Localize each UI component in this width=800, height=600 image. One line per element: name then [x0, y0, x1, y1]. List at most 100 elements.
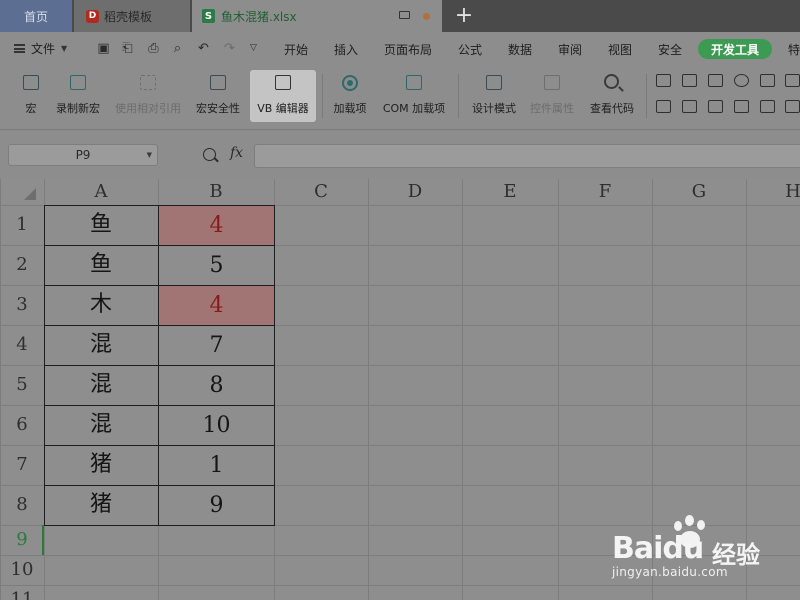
cell-b3[interactable]: 4	[159, 286, 274, 325]
cell-b6[interactable]: 10	[159, 406, 274, 445]
cell-a8[interactable]: 猪	[44, 485, 158, 525]
cell-b8[interactable]: 9	[159, 486, 274, 525]
cell-a4[interactable]: 混	[44, 325, 158, 365]
select-all-corner[interactable]	[24, 188, 36, 200]
cell-b4[interactable]: 7	[159, 326, 274, 365]
vb-editor-button[interactable]: VB 编辑器	[250, 70, 316, 122]
tab-home[interactable]: 首页	[0, 0, 72, 32]
formula-input[interactable]	[254, 144, 800, 168]
relative-reference-label: 使用相对引用	[115, 102, 181, 115]
control-properties-button[interactable]: 控件属性	[526, 70, 578, 122]
option-button-control-icon[interactable]	[734, 74, 749, 87]
menu-item-insert[interactable]: 插入	[334, 41, 358, 58]
tab-active-file[interactable]: S 鱼木混猪.xlsx	[192, 0, 442, 32]
cell-a2[interactable]: 鱼	[44, 245, 158, 285]
unsaved-dot-icon	[423, 13, 430, 20]
textbox-control-icon[interactable]	[708, 74, 723, 87]
image-control-icon[interactable]	[760, 100, 775, 113]
customize-toolbar-icon[interactable]: ▽	[246, 41, 261, 56]
menu-item-home[interactable]: 开始	[284, 41, 308, 58]
name-box-value: P9	[75, 148, 91, 162]
relative-reference-button[interactable]: 使用相对引用	[110, 70, 186, 122]
control-properties-icon	[541, 72, 563, 94]
record-macro-icon	[67, 72, 89, 94]
cell-a6[interactable]: 混	[44, 405, 158, 445]
chevron-down-icon[interactable]: ▼	[147, 145, 152, 165]
menu-item-view[interactable]: 视图	[608, 41, 632, 58]
macro-security-button[interactable]: 宏安全性	[192, 70, 244, 122]
column-header-e[interactable]: E	[462, 179, 558, 205]
spreadsheet-file-icon: S	[202, 9, 215, 23]
macro-button[interactable]: 宏	[16, 70, 46, 122]
file-menu-label: 文件	[31, 42, 56, 56]
gridline-vertical	[462, 179, 463, 600]
design-mode-label: 设计模式	[472, 102, 516, 115]
cell-a3[interactable]: 木	[44, 285, 158, 325]
addins-button[interactable]: 加载项	[328, 70, 372, 122]
menu-item-page-layout[interactable]: 页面布局	[384, 41, 432, 58]
menu-item-data[interactable]: 数据	[508, 41, 532, 58]
column-header-b[interactable]: B	[158, 179, 274, 205]
column-header-f[interactable]: F	[558, 179, 652, 205]
row-header-9[interactable]: 9	[0, 525, 44, 555]
name-box[interactable]: P9 ▼	[8, 144, 158, 166]
cell-b2[interactable]: 5	[159, 246, 274, 285]
cell-b7[interactable]: 1	[159, 446, 274, 485]
cell-b5[interactable]: 8	[159, 366, 274, 405]
undo-icon[interactable]: ↶	[196, 41, 211, 56]
menu-item-review[interactable]: 审阅	[558, 41, 582, 58]
row-header-3[interactable]: 3	[0, 285, 44, 325]
new-tab-button[interactable]: +	[454, 2, 474, 30]
redo-icon[interactable]: ↷	[222, 41, 237, 56]
record-macro-button[interactable]: 录制新宏	[52, 70, 104, 122]
row-header-11[interactable]: 11	[0, 585, 44, 600]
toggle-control-icon[interactable]	[734, 100, 749, 113]
column-header-c[interactable]: C	[274, 179, 368, 205]
cell-a1[interactable]: 鱼	[44, 205, 158, 245]
menu-item-security[interactable]: 安全	[658, 41, 682, 58]
scrollbar-control-icon[interactable]	[708, 100, 723, 113]
column-header-a[interactable]: A	[44, 179, 158, 205]
checkbox-control-icon[interactable]	[656, 74, 671, 87]
menu-item-formulas[interactable]: 公式	[458, 41, 482, 58]
file-menu-button[interactable]: 文件 ▼	[14, 40, 67, 57]
data-row-border	[44, 325, 274, 326]
save-icon[interactable]: ▣	[96, 41, 111, 56]
row-header-8[interactable]: 8	[0, 485, 44, 525]
data-row-border	[44, 285, 274, 286]
column-header-d[interactable]: D	[368, 179, 462, 205]
frame-control-icon[interactable]	[760, 74, 775, 87]
print-icon[interactable]: ⎙	[146, 41, 161, 56]
export-icon[interactable]: ⎗	[120, 41, 135, 56]
window-mode-icon[interactable]	[399, 11, 410, 19]
column-header-g[interactable]: G	[652, 179, 746, 205]
ribbon-separator	[646, 74, 647, 118]
row-header-10[interactable]: 10	[0, 555, 44, 585]
row-header-2[interactable]: 2	[0, 245, 44, 285]
view-code-button[interactable]: 查看代码	[586, 70, 638, 122]
column-header-h[interactable]: H	[746, 179, 800, 205]
row-header-6[interactable]: 6	[0, 405, 44, 445]
insert-function-button[interactable]: fx	[230, 145, 243, 161]
row-header-4[interactable]: 4	[0, 325, 44, 365]
label-control-icon[interactable]	[682, 74, 697, 87]
spin-control-icon[interactable]	[682, 100, 697, 113]
com-addins-button[interactable]: COM 加载项	[378, 70, 450, 122]
row-header-5[interactable]: 5	[0, 365, 44, 405]
macro-button-label: 宏	[25, 102, 37, 115]
menu-item-overflow[interactable]: 特	[788, 41, 800, 58]
cell-a7[interactable]: 猪	[44, 445, 158, 485]
other-controls-icon[interactable]	[785, 100, 800, 113]
find-zoom-icon[interactable]	[203, 148, 216, 161]
tab-template[interactable]: D 稻壳模板	[74, 0, 190, 32]
cell-a5[interactable]: 混	[44, 365, 158, 405]
design-mode-button[interactable]: 设计模式	[468, 70, 520, 122]
list-control-icon[interactable]	[656, 100, 671, 113]
cell-b1[interactable]: 4	[159, 206, 274, 245]
tab-home-label: 首页	[23, 9, 48, 24]
print-preview-icon[interactable]: ⌕	[170, 41, 185, 56]
row-header-7[interactable]: 7	[0, 445, 44, 485]
more-control-icon[interactable]	[785, 74, 800, 87]
row-header-1[interactable]: 1	[0, 205, 44, 245]
menu-item-developer[interactable]: 开发工具	[698, 39, 772, 59]
